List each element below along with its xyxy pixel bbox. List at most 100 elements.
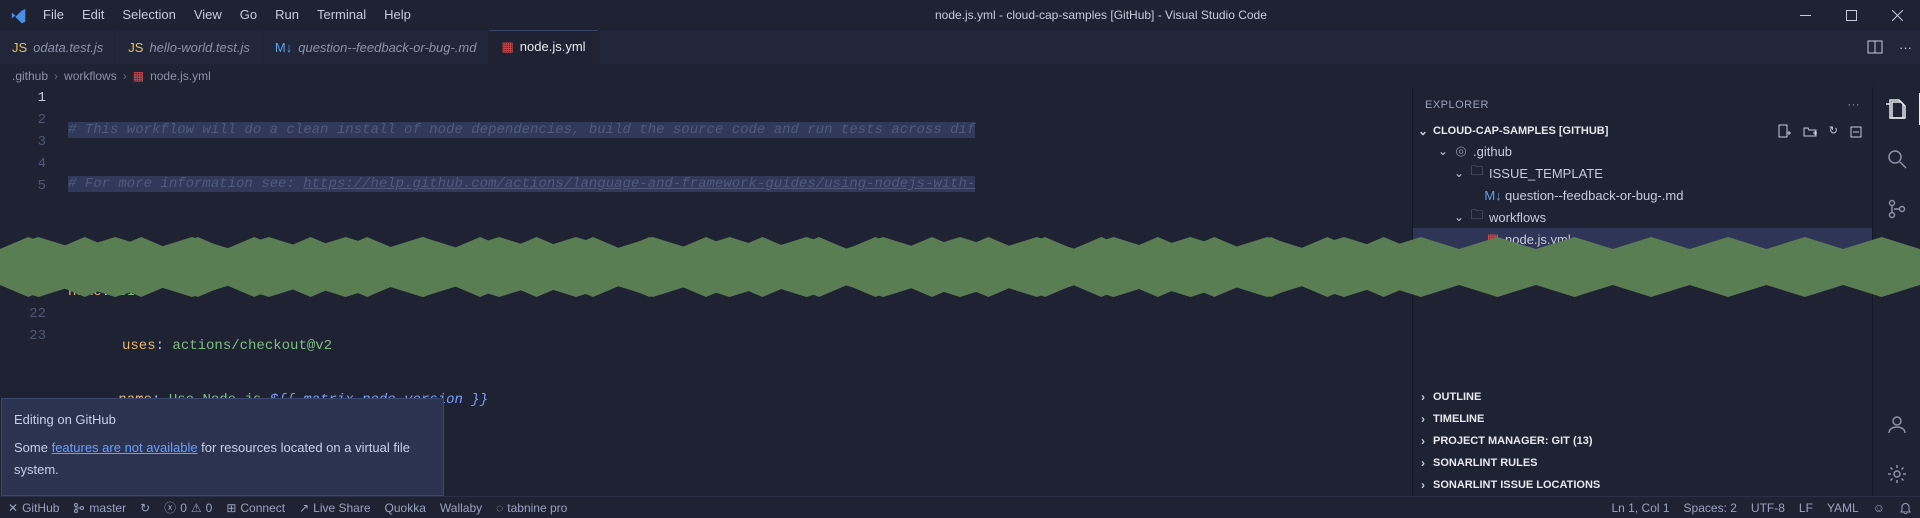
tab-label: node.js.yml xyxy=(520,39,586,54)
chevron-right-icon: › xyxy=(1417,456,1429,470)
status-bar: ✕ GitHub master ↻ ⓧ 0 ⚠ 0 ⊞ Connect ↗ Li… xyxy=(0,496,1920,518)
new-file-icon[interactable] xyxy=(1777,124,1791,138)
menu-selection[interactable]: Selection xyxy=(113,0,184,30)
editor-more-icon[interactable]: ··· xyxy=(1899,40,1912,55)
tab-label: question--feedback-or-bug-.md xyxy=(298,40,476,55)
tree-label: .github xyxy=(1473,144,1512,159)
tree-label: question--feedback-or-bug-.md xyxy=(1505,188,1683,203)
chevron-right-icon: › xyxy=(1417,478,1429,492)
window-close-button[interactable] xyxy=(1874,0,1920,30)
status-branch[interactable]: master xyxy=(73,501,126,515)
tab-odata-test[interactable]: JS odata.test.js xyxy=(0,30,116,65)
status-liveshare[interactable]: ↗ Live Share xyxy=(299,501,370,515)
source-control-icon[interactable] xyxy=(1873,193,1920,225)
status-cursor[interactable]: Ln 1, Col 1 xyxy=(1612,501,1670,515)
collapse-all-icon[interactable] xyxy=(1850,124,1864,138)
chevron-down-icon: ⌄ xyxy=(1453,210,1465,224)
status-notifications-icon[interactable] xyxy=(1899,501,1912,514)
menu-terminal[interactable]: Terminal xyxy=(308,0,375,30)
notification-toast: Editing on GitHub Some features are not … xyxy=(1,398,444,496)
chevron-down-icon: ⌄ xyxy=(1437,144,1449,158)
chevron-down-icon: ⌄ xyxy=(1453,166,1465,180)
tree-folder-github[interactable]: ⌄ ◎ .github xyxy=(1413,140,1872,162)
notification-body: Some features are not available for reso… xyxy=(14,437,431,481)
crumb-workflows[interactable]: workflows xyxy=(64,69,117,83)
notification-title: Editing on GitHub xyxy=(14,409,431,431)
section-sonarlint-issues[interactable]: ›SONARLINT ISSUE LOCATIONS xyxy=(1413,474,1872,496)
explorer-title: EXPLORER xyxy=(1425,99,1489,111)
chevron-right-icon: › xyxy=(1417,390,1429,404)
status-sync[interactable]: ↻ xyxy=(140,501,150,515)
section-sonarlint-rules[interactable]: ›SONARLINT RULES xyxy=(1413,452,1872,474)
explorer-root[interactable]: ⌄ CLOUD-CAP-SAMPLES [GITHUB] ↻ xyxy=(1413,122,1872,140)
line-number-gutter: 22 23 xyxy=(0,303,68,347)
menu-view[interactable]: View xyxy=(185,0,231,30)
crumb-github[interactable]: .github xyxy=(12,69,48,83)
github-folder-icon: ◎ xyxy=(1453,143,1469,159)
window-title: node.js.yml - cloud-cap-samples [GitHub]… xyxy=(420,8,1782,22)
tree-folder-workflows[interactable]: ⌄ 🗀 workflows xyxy=(1413,206,1872,228)
yml-file-icon: ▦ xyxy=(501,39,513,55)
md-file-icon: M↓ xyxy=(1485,188,1501,203)
tab-label: odata.test.js xyxy=(33,40,103,55)
notification-link[interactable]: features are not available xyxy=(52,440,198,455)
tab-question-md[interactable]: M↓ question--feedback-or-bug-.md xyxy=(263,30,490,65)
editor-tab-bar: JS odata.test.js JS hello-world.test.js … xyxy=(0,30,1920,65)
tab-hello-world-test[interactable]: JS hello-world.test.js xyxy=(116,30,263,65)
account-icon[interactable] xyxy=(1873,408,1920,440)
settings-gear-icon[interactable] xyxy=(1873,458,1920,490)
menu-file[interactable]: File xyxy=(34,0,73,30)
menu-run[interactable]: Run xyxy=(266,0,308,30)
status-indent[interactable]: Spaces: 2 xyxy=(1684,501,1737,515)
folder-icon: 🗀 xyxy=(1469,206,1485,228)
md-file-icon: M↓ xyxy=(275,40,292,55)
status-quokka[interactable]: Quokka xyxy=(385,501,426,515)
code-line: # This workflow will do a clean install … xyxy=(68,122,975,138)
status-encoding[interactable]: UTF-8 xyxy=(1751,501,1785,515)
chevron-down-icon: ⌄ xyxy=(1417,124,1429,138)
status-remote[interactable]: ✕ GitHub xyxy=(8,501,59,515)
status-tabnine[interactable]: ◌ tabnine pro xyxy=(496,501,567,515)
crumb-file[interactable]: node.js.yml xyxy=(150,69,211,83)
yml-file-icon: ▦ xyxy=(133,69,144,83)
status-eol[interactable]: LF xyxy=(1799,501,1813,515)
vscode-logo-icon xyxy=(0,7,34,24)
tree-label: ISSUE_TEMPLATE xyxy=(1489,166,1603,181)
tree-folder-issue-template[interactable]: ⌄ 🗀 ISSUE_TEMPLATE xyxy=(1413,162,1872,184)
torn-overlay-full xyxy=(0,237,1920,297)
status-connect[interactable]: ⊞ Connect xyxy=(226,501,285,515)
menu-go[interactable]: Go xyxy=(231,0,266,30)
window-minimize-button[interactable] xyxy=(1782,0,1828,30)
explorer-more-icon[interactable]: ··· xyxy=(1848,99,1861,111)
code-line: # For more information see: https://help… xyxy=(68,176,975,192)
window-maximize-button[interactable] xyxy=(1828,0,1874,30)
folder-icon: 🗀 xyxy=(1469,162,1485,184)
menu-help[interactable]: Help xyxy=(375,0,420,30)
tree-label: workflows xyxy=(1489,210,1546,225)
section-outline[interactable]: ›OUTLINE xyxy=(1413,386,1872,408)
section-timeline[interactable]: ›TIMELINE xyxy=(1413,408,1872,430)
section-project-manager[interactable]: ›PROJECT MANAGER: GIT (13) xyxy=(1413,430,1872,452)
refresh-icon[interactable]: ↻ xyxy=(1829,124,1838,138)
tab-label: hello-world.test.js xyxy=(149,40,249,55)
status-problems[interactable]: ⓧ 0 ⚠ 0 xyxy=(164,499,212,516)
breadcrumb[interactable]: .github › workflows › ▦ node.js.yml xyxy=(0,65,1920,87)
split-editor-icon[interactable] xyxy=(1867,39,1883,55)
chevron-right-icon: › xyxy=(1417,412,1429,426)
tab-node-js-yml[interactable]: ▦ node.js.yml xyxy=(489,30,599,65)
search-icon[interactable] xyxy=(1873,143,1920,175)
chevron-right-icon: › xyxy=(123,69,127,83)
status-language[interactable]: YAML xyxy=(1827,501,1859,515)
menu-edit[interactable]: Edit xyxy=(73,0,113,30)
new-folder-icon[interactable] xyxy=(1803,124,1817,138)
menu-bar: File Edit Selection View Go Run Terminal… xyxy=(34,0,420,30)
status-feedback-icon[interactable]: ☺ xyxy=(1873,501,1885,515)
tree-file-question-md[interactable]: M↓ question--feedback-or-bug-.md xyxy=(1413,184,1872,206)
chevron-right-icon: › xyxy=(1417,434,1429,448)
explorer-icon[interactable] xyxy=(1873,93,1920,125)
root-label: CLOUD-CAP-SAMPLES [GITHUB] xyxy=(1433,125,1608,137)
js-file-icon: JS xyxy=(128,40,143,55)
js-file-icon: JS xyxy=(12,40,27,55)
status-wallaby[interactable]: Wallaby xyxy=(440,501,482,515)
chevron-right-icon: › xyxy=(54,69,58,83)
